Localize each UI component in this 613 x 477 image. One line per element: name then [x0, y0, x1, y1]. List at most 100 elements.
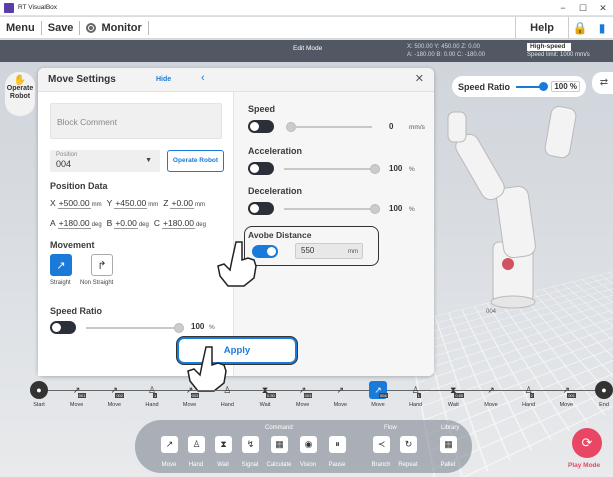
- panel-title: Move Settings: [48, 74, 116, 85]
- calculate-command-button[interactable]: ▦: [271, 436, 288, 453]
- mode-label: Edit Mode: [293, 45, 323, 52]
- dropdown-caret-icon: ▼: [145, 157, 152, 164]
- block-comment-field[interactable]: Block Comment: [50, 103, 222, 139]
- operate-robot-button[interactable]: Operate Robot: [167, 150, 224, 172]
- deceleration-knob[interactable]: [370, 204, 380, 214]
- panel-header: Move Settings Hide ‹ ✕: [38, 68, 434, 92]
- position-marker-label: 004: [486, 309, 497, 315]
- speed-ratio-track[interactable]: [86, 327, 176, 329]
- right-column: Speed 0 mm/s Acceleration 100 % Decelera…: [233, 92, 434, 376]
- close-icon[interactable]: ✕: [415, 72, 424, 85]
- flow-node-label: Move: [371, 402, 385, 408]
- play-mode-button[interactable]: ⟳: [572, 428, 602, 458]
- signal-command-button[interactable]: ↯: [242, 436, 259, 453]
- deceleration-value: 100: [389, 204, 403, 213]
- speed-ratio-label: Speed Ratio: [458, 81, 511, 92]
- position-xyz-row: X +500.00 mm Y +450.00 mm Z +0.00 mm: [50, 198, 210, 209]
- lock-icon[interactable]: 🔒: [569, 21, 591, 35]
- speed-toggle[interactable]: [248, 120, 274, 133]
- repeat-command-label: Repeat: [398, 462, 418, 468]
- slider-knob[interactable]: [539, 81, 549, 91]
- menu-button[interactable]: Menu: [0, 22, 41, 34]
- speed-title: Speed: [248, 104, 276, 114]
- z-field[interactable]: +0.00: [170, 198, 194, 209]
- vision-command-button[interactable]: ◉: [300, 436, 317, 453]
- hand-command-button[interactable]: ♙: [188, 436, 205, 453]
- monitor-button[interactable]: Monitor: [80, 22, 147, 34]
- y-field[interactable]: +450.00: [114, 198, 148, 209]
- minimize-icon[interactable]: −: [553, 0, 573, 16]
- coord-line-1: X: 500.00 Y: 450.00 Z: 0.00: [407, 44, 480, 50]
- deceleration-toggle[interactable]: [248, 202, 274, 215]
- x-field[interactable]: +500.00: [57, 198, 91, 209]
- speed-ratio-toggle[interactable]: [50, 321, 76, 334]
- play-icon: ⟳: [581, 435, 593, 450]
- z-label: Z: [163, 198, 169, 208]
- speed-ratio-slider[interactable]: [516, 81, 549, 91]
- position-select[interactable]: Position 004 ▼: [50, 150, 160, 172]
- flow-node-end[interactable]: ●: [595, 381, 613, 399]
- avobe-distance-unit: mm: [348, 249, 358, 255]
- speed-limit-text: Speed limit: 1000 mm/s: [527, 52, 590, 58]
- close-window-icon[interactable]: ✕: [593, 0, 613, 16]
- coordinate-readout: X: 500.00 Y: 450.00 Z: 0.00 A: -180.00 B…: [407, 43, 485, 59]
- robot-model: [447, 106, 577, 309]
- move-icon: ↗: [165, 439, 174, 449]
- flow-node-hand[interactable]: ♙: [218, 381, 236, 399]
- pallet-command-button[interactable]: ▦: [440, 436, 457, 453]
- monitor-label: Monitor: [101, 21, 142, 34]
- chevron-left-icon[interactable]: ‹: [201, 72, 205, 84]
- flow-node-hand[interactable]: ♙: [407, 381, 425, 399]
- speed-ratio-value: 100 %: [551, 81, 580, 92]
- flow-node-hand[interactable]: ♙: [520, 381, 538, 399]
- speed-track[interactable]: [292, 126, 372, 128]
- acceleration-title: Acceleration: [248, 146, 303, 156]
- repeat-command-button[interactable]: ↻: [400, 436, 417, 453]
- deceleration-track[interactable]: [284, 208, 374, 210]
- signal-command-label: Signal: [241, 462, 259, 468]
- flow-node-start[interactable]: ●: [30, 381, 48, 399]
- app-icon: [4, 2, 14, 13]
- acceleration-unit: %: [409, 166, 415, 173]
- branch-icon: ≺: [377, 439, 386, 449]
- operate-robot-tab[interactable]: ✋ Operate Robot: [5, 72, 35, 116]
- account-icon[interactable]: ▮: [591, 21, 613, 35]
- pause-command-button[interactable]: ⏸: [329, 436, 346, 453]
- save-button[interactable]: Save: [42, 22, 80, 34]
- pause-command-label: Pause: [328, 462, 346, 468]
- flow-node-badge: 0.50: [454, 393, 465, 398]
- pallet-icon: ▦: [444, 439, 453, 449]
- left-column: Block Comment Position 004 ▼ Operate Rob…: [38, 92, 233, 376]
- c-field[interactable]: +180.00: [162, 218, 195, 229]
- acceleration-track[interactable]: [284, 168, 374, 170]
- flow-node-move[interactable]: ↗: [331, 381, 349, 399]
- a-field[interactable]: +180.00: [57, 218, 91, 229]
- flow-node-label: Hand: [409, 402, 423, 408]
- move-command-button[interactable]: ↗: [161, 436, 178, 453]
- flow-node-move[interactable]: ↗: [482, 381, 500, 399]
- position-abc-row: A +180.00 deg B +0.00 deg C +180.00 deg: [50, 218, 211, 229]
- acceleration-knob[interactable]: [370, 164, 380, 174]
- speed-ratio-knob[interactable]: [174, 323, 184, 333]
- calculate-command-label: Calculate: [266, 462, 292, 468]
- c-unit: deg: [195, 222, 206, 228]
- straight-move-icon: ↗: [56, 259, 66, 272]
- pause-icon: ⏸: [335, 439, 340, 449]
- b-field[interactable]: +0.00: [114, 218, 138, 229]
- acceleration-toggle[interactable]: [248, 162, 274, 175]
- flow-node-label: Wait: [447, 402, 459, 408]
- branch-command-button[interactable]: ≺: [373, 436, 390, 453]
- non-straight-move-button[interactable]: ↱: [91, 254, 113, 276]
- help-button[interactable]: Help: [515, 17, 569, 39]
- maximize-icon[interactable]: ☐: [573, 0, 593, 16]
- speed-ratio-control[interactable]: Speed Ratio 100 %: [452, 76, 586, 97]
- wait-command-button[interactable]: ⧗: [215, 436, 232, 453]
- vision-icon: ◉: [304, 439, 313, 449]
- view-settings-icon[interactable]: ⇄: [592, 72, 613, 94]
- a-label: A: [50, 218, 56, 228]
- straight-move-button[interactable]: ↗: [50, 254, 72, 276]
- hide-button[interactable]: Hide: [156, 76, 171, 83]
- flow-node-hand[interactable]: ♙: [143, 381, 161, 399]
- flow-node-badge: 002: [115, 393, 125, 398]
- flow-node-label: Move: [484, 402, 498, 408]
